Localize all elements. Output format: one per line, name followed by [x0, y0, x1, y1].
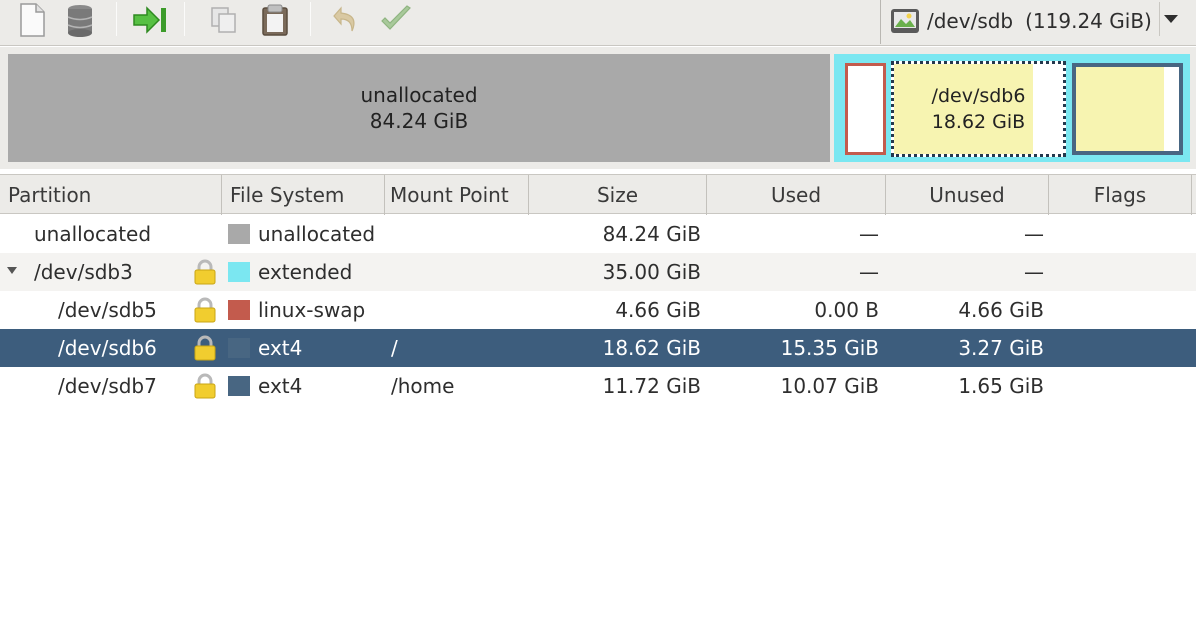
- column-header-filesystem[interactable]: File System: [222, 175, 385, 215]
- chevron-down-icon[interactable]: [1164, 15, 1178, 23]
- cell-unused: —: [1024, 260, 1044, 284]
- cell-filesystem: unallocated: [258, 222, 376, 246]
- cell-mount-point: /: [391, 336, 398, 360]
- new-icon: [20, 3, 45, 37]
- paste-icon: [262, 4, 288, 36]
- disk-map-unallocated-label: unallocated: [360, 83, 478, 107]
- expander-icon[interactable]: [7, 267, 17, 274]
- cell-used: 15.35 GiB: [780, 336, 879, 360]
- disk-map-sdb7-used: [1076, 67, 1165, 151]
- disk-map: unallocated 84.24 GiB /dev/sdb6 18.62 Gi…: [0, 47, 1196, 169]
- table-row[interactable]: /dev/sdb6 ext4 / 18.62 GiB 15.35 GiB 3.27 Gi…: [0, 329, 1196, 367]
- device-name: /dev/sdb: [927, 9, 1014, 33]
- cell-mount-point: /home: [391, 374, 455, 398]
- filesystem-color-swatch: [228, 300, 250, 320]
- device-size: (119.24 GiB): [1025, 9, 1152, 33]
- cell-flags: [1049, 291, 1189, 329]
- column-header-flags[interactable]: Flags: [1049, 175, 1192, 215]
- toolbar-separator: [184, 2, 185, 36]
- paste-button[interactable]: [255, 0, 295, 40]
- disk-map-sdb6-label: /dev/sdb6: [931, 85, 1026, 107]
- filesystem-color-swatch: [228, 338, 250, 358]
- cell-unused: 3.27 GiB: [958, 336, 1044, 360]
- cell-partition: unallocated: [34, 222, 152, 246]
- cell-flags: [1049, 367, 1189, 405]
- cell-partition: /dev/sdb7: [58, 374, 157, 398]
- disk-map-sdb6[interactable]: /dev/sdb6 18.62 GiB: [891, 61, 1066, 157]
- cell-size: 4.66 GiB: [615, 298, 701, 322]
- lock-icon: [194, 259, 216, 285]
- drive-icon: [891, 9, 919, 33]
- copy-button[interactable]: [204, 0, 244, 40]
- cell-filesystem: ext4: [258, 374, 303, 398]
- column-header-size[interactable]: Size: [529, 175, 707, 215]
- table-row[interactable]: /dev/sdb7 ext4/home 11.72 GiB 10.07 GiB 1.6…: [0, 367, 1196, 405]
- toolbar-separator: [116, 2, 117, 36]
- new-partition-button[interactable]: [12, 0, 52, 40]
- disk-map-sdb6-size: 18.62 GiB: [931, 111, 1026, 133]
- resize-move-icon: [133, 6, 166, 34]
- cell-unused: 1.65 GiB: [958, 374, 1044, 398]
- lock-icon: [194, 335, 216, 361]
- table-row[interactable]: unallocated unallocated 84.24 GiB — —: [0, 215, 1196, 253]
- disk-map-sdb7[interactable]: [1072, 63, 1183, 155]
- cell-size: 35.00 GiB: [602, 260, 701, 284]
- cell-unused: 4.66 GiB: [958, 298, 1044, 322]
- table-row[interactable]: /dev/sdb3 extended 35.00 GiB — —: [0, 253, 1196, 291]
- cell-used: 0.00 B: [814, 298, 879, 322]
- table-row[interactable]: /dev/sdb5 linux-swap 4.66 GiB 0.00 B 4.66 G…: [0, 291, 1196, 329]
- filesystem-color-swatch: [228, 224, 250, 244]
- undo-button[interactable]: [327, 0, 367, 40]
- column-header-unused[interactable]: Unused: [886, 175, 1049, 215]
- disk-map-unallocated-size: 84.24 GiB: [369, 109, 469, 133]
- cell-partition: /dev/sdb3: [34, 260, 133, 284]
- partition-table-header: Partition File System Mount Point Size U…: [0, 174, 1196, 215]
- cell-partition: /dev/sdb6: [58, 336, 157, 360]
- device-selector[interactable]: /dev/sdb (119.24 GiB): [880, 0, 1196, 44]
- disk-map-unallocated[interactable]: unallocated 84.24 GiB: [8, 54, 830, 162]
- delete-partition-button[interactable]: [60, 0, 100, 40]
- cell-flags: [1049, 215, 1189, 253]
- apply-icon: [381, 5, 411, 30]
- cell-flags: [1049, 253, 1189, 291]
- cell-size: 11.72 GiB: [602, 374, 701, 398]
- toolbar-separator: [310, 2, 311, 36]
- cell-filesystem: extended: [258, 260, 353, 284]
- undo-icon: [333, 6, 355, 32]
- cell-size: 18.62 GiB: [602, 336, 701, 360]
- filesystem-color-swatch: [228, 376, 250, 396]
- resize-move-button[interactable]: [130, 0, 170, 40]
- cell-size: 84.24 GiB: [602, 222, 701, 246]
- dropdown-separator: [1159, 2, 1160, 36]
- cell-used: 10.07 GiB: [780, 374, 879, 398]
- lock-icon: [194, 297, 216, 323]
- cell-used: —: [859, 260, 879, 284]
- toolbar: /dev/sdb (119.24 GiB): [0, 0, 1196, 46]
- column-header-used[interactable]: Used: [707, 175, 886, 215]
- cell-filesystem: ext4: [258, 336, 303, 360]
- disk-map-sdb5[interactable]: [845, 63, 886, 155]
- cell-flags: [1049, 329, 1189, 367]
- lock-icon: [194, 373, 216, 399]
- filesystem-color-swatch: [228, 262, 250, 282]
- partition-table: unallocated unallocated 84.24 GiB — —/dev/sd…: [0, 215, 1196, 405]
- cell-unused: —: [1024, 222, 1044, 246]
- apply-button[interactable]: [376, 0, 416, 40]
- cell-partition: /dev/sdb5: [58, 298, 157, 322]
- column-header-mount-point[interactable]: Mount Point: [385, 175, 529, 215]
- cell-filesystem: linux-swap: [258, 298, 366, 322]
- copy-icon: [211, 7, 236, 33]
- cell-used: —: [859, 222, 879, 246]
- delete-icon: [67, 5, 93, 37]
- column-header-partition[interactable]: Partition: [0, 175, 222, 215]
